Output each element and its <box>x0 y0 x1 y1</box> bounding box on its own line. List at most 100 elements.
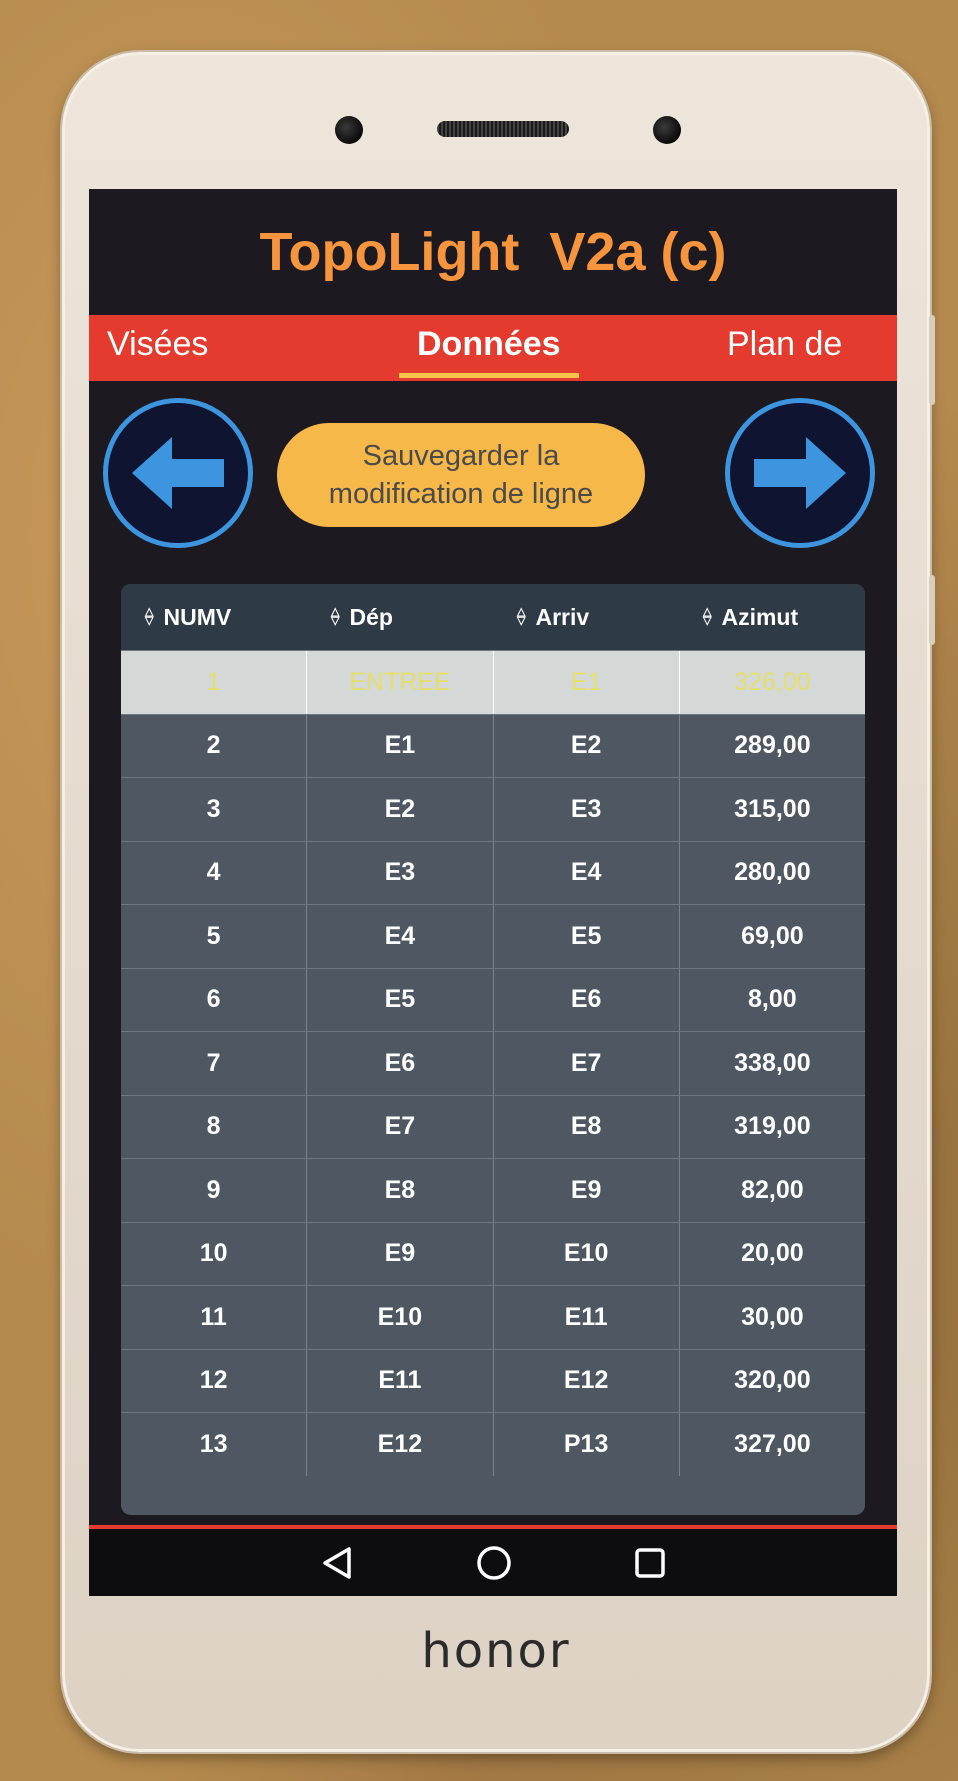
table-row[interactable]: 13 E12 P13 327,00 <box>121 1412 865 1476</box>
table-cell: 7 <box>206 1048 221 1077</box>
table-row[interactable]: 2 E1 E2 289,00 <box>121 713 865 777</box>
table-cell: 326,00 <box>678 651 865 714</box>
column-header-dep[interactable]: △ ▽ Dép <box>307 584 493 650</box>
sort-icon: △ ▽ <box>145 606 154 627</box>
table-row[interactable]: 4 E3 E4 280,00 <box>121 840 865 904</box>
phone-screen: TopoLight V2a (c) Visées Données Plan de… <box>89 189 897 1596</box>
tab-visees[interactable]: Visées <box>107 325 208 364</box>
table-cell: E8 <box>492 1095 679 1158</box>
tab-plan[interactable]: Plan de <box>727 325 842 364</box>
table-cell: E2 <box>306 778 492 841</box>
table-cell: E12 <box>306 1413 492 1476</box>
table-cell: E5 <box>306 968 492 1031</box>
column-header-numv[interactable]: △ ▽ NUMV <box>121 584 307 650</box>
phone-body: TopoLight V2a (c) Visées Données Plan de… <box>62 52 935 1752</box>
table-cell: E9 <box>306 1222 492 1285</box>
device-brand-logo: honor <box>421 1623 571 1679</box>
sort-icon: △ ▽ <box>703 606 712 627</box>
save-line-button[interactable]: Sauvegarder la modification de ligne <box>277 423 645 527</box>
table-cell: E3 <box>306 841 492 904</box>
earpiece-speaker <box>437 121 569 137</box>
back-button[interactable] <box>319 1545 355 1581</box>
active-tab-indicator <box>399 373 579 378</box>
table-cell: P13 <box>492 1413 679 1476</box>
table-row[interactable]: 8 E7 E8 319,00 <box>121 1094 865 1158</box>
proximity-sensor-icon <box>653 116 681 144</box>
table-cell: E11 <box>492 1286 679 1349</box>
table-header: △ ▽ NUMV △ ▽ Dép △ ▽ Arriv △ ▽ Azimut <box>121 584 865 650</box>
table-cell: 4 <box>206 858 221 887</box>
table-row[interactable]: 3 E2 E3 315,00 <box>121 777 865 841</box>
table-cell: 9 <box>206 1175 221 1204</box>
table-row[interactable]: 5 E4 E5 69,00 <box>121 904 865 968</box>
column-label: NUMV <box>163 603 232 630</box>
table-cell: 6 <box>206 985 221 1014</box>
table-cell: E6 <box>492 968 679 1031</box>
table-cell: E5 <box>492 905 679 968</box>
table-cell: E1 <box>306 714 492 777</box>
square-recents-icon <box>635 1547 665 1578</box>
app-title: TopoLight V2a (c) <box>259 222 727 282</box>
table-cell: 12 <box>199 1366 228 1395</box>
arrow-right-icon <box>754 437 846 509</box>
sort-icon: △ ▽ <box>517 606 526 627</box>
table-cell: E7 <box>306 1095 492 1158</box>
table-cell: 319,00 <box>678 1095 865 1158</box>
table-cell: 11 <box>200 1302 227 1331</box>
table-cell: 315,00 <box>678 778 865 841</box>
table-row[interactable]: 12 E11 E12 320,00 <box>121 1348 865 1412</box>
table-cell: 82,00 <box>678 1159 865 1222</box>
tab-donnees[interactable]: Données <box>417 325 561 364</box>
table-cell: 1 <box>206 667 221 696</box>
table-body: 1 ENTREE E1 326,00 2 E1 E2 289,00 3 E2 E3 315,00 4 E3… <box>121 650 865 1476</box>
table-cell: E3 <box>492 778 679 841</box>
system-navigation-bar <box>89 1529 897 1596</box>
table-cell: ENTREE <box>306 651 492 714</box>
save-button-label-2: modification de ligne <box>328 478 594 510</box>
table-row[interactable]: 11 E10 E11 30,00 <box>121 1285 865 1349</box>
table-cell: 280,00 <box>678 841 865 904</box>
table-cell: E9 <box>492 1159 679 1222</box>
triangle-back-icon <box>323 1546 351 1579</box>
home-button[interactable] <box>475 1544 513 1582</box>
table-cell: E8 <box>306 1159 492 1222</box>
table-cell: E1 <box>492 651 679 714</box>
next-button[interactable] <box>725 398 875 548</box>
table-cell: 338,00 <box>678 1032 865 1095</box>
table-cell: 69,00 <box>678 905 865 968</box>
table-cell: 8,00 <box>678 968 865 1031</box>
circle-home-icon <box>477 1545 511 1580</box>
previous-button[interactable] <box>103 398 253 548</box>
column-label: Arriv <box>535 603 590 630</box>
table-cell: E10 <box>306 1286 492 1349</box>
column-header-azimut[interactable]: △ ▽ Azimut <box>679 584 865 650</box>
table-cell: E7 <box>492 1032 679 1095</box>
table-cell: E4 <box>306 905 492 968</box>
table-cell: 20,00 <box>678 1222 865 1285</box>
table-cell: E4 <box>492 841 679 904</box>
column-label: Azimut <box>721 603 799 630</box>
action-bar: Sauvegarder la modification de ligne <box>89 381 897 567</box>
column-header-arriv[interactable]: △ ▽ Arriv <box>493 584 679 650</box>
volume-button <box>929 315 935 405</box>
table-cell: E6 <box>306 1032 492 1095</box>
table-row[interactable]: 9 E8 E9 82,00 <box>121 1158 865 1222</box>
table-cell: 327,00 <box>678 1413 865 1476</box>
table-cell: 10 <box>199 1239 228 1268</box>
table-cell: 320,00 <box>678 1349 865 1412</box>
arrow-left-icon <box>132 437 224 509</box>
table-cell: E10 <box>492 1222 679 1285</box>
table-row[interactable]: 7 E6 E7 338,00 <box>121 1031 865 1095</box>
table-cell: E12 <box>492 1349 679 1412</box>
sort-icon: △ ▽ <box>331 606 340 627</box>
table-cell: 5 <box>206 921 221 950</box>
table-cell: 289,00 <box>678 714 865 777</box>
table-row[interactable]: 1 ENTREE E1 326,00 <box>121 650 865 714</box>
save-button-label-1: Sauvegarder la <box>362 440 560 472</box>
table-row[interactable]: 6 E5 E6 8,00 <box>121 967 865 1031</box>
tab-bar: Visées Données Plan de <box>89 315 897 381</box>
table-cell: 3 <box>206 794 221 823</box>
power-button <box>929 575 935 645</box>
recents-button[interactable] <box>633 1546 667 1580</box>
table-row[interactable]: 10 E9 E10 20,00 <box>121 1221 865 1285</box>
